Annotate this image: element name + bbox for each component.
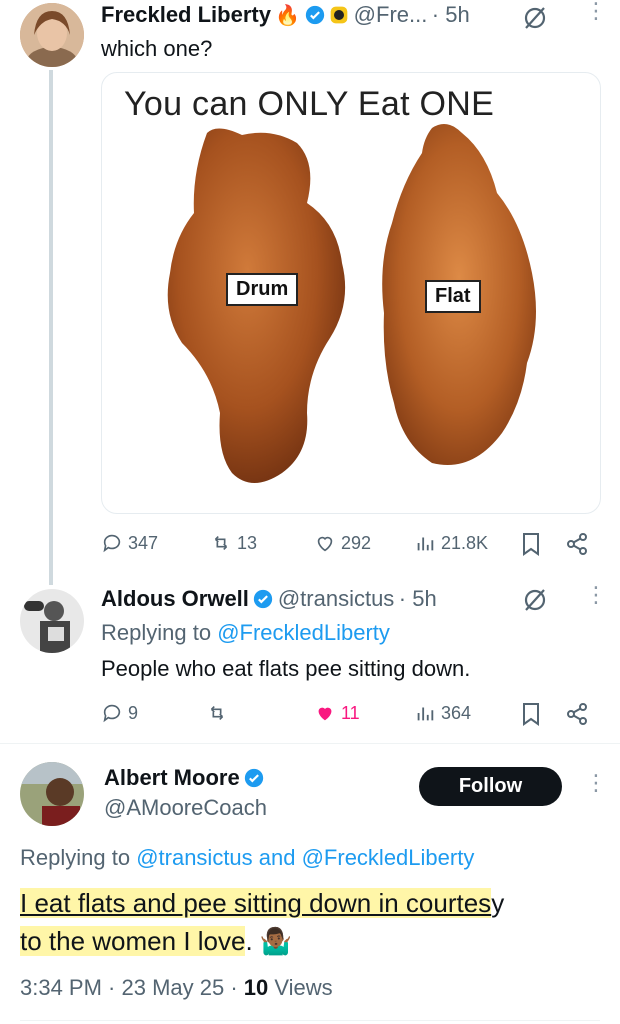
thread-line xyxy=(49,70,53,585)
views-count: 364 xyxy=(441,702,472,723)
author-handle[interactable]: @Fre... xyxy=(354,2,428,27)
author-name[interactable]: Freckled Liberty xyxy=(101,2,271,27)
reply-count: 9 xyxy=(128,702,139,723)
avatar-albert-moore[interactable] xyxy=(20,762,84,826)
heart-icon xyxy=(317,536,333,552)
reply-button[interactable]: 347 xyxy=(101,532,158,554)
reply-icon xyxy=(103,704,121,723)
tweet-text: People who eat flats pee sitting down. xyxy=(101,656,471,681)
verified-badge-icon xyxy=(254,589,273,609)
tweet-text-line-2: to the women I love. 🤷🏾‍♂️ xyxy=(20,926,292,957)
views-button[interactable]: 364 xyxy=(414,702,471,724)
reply1-header: Aldous Orwell @transictus · 5h xyxy=(101,586,437,612)
reply2-name: Albert Moore xyxy=(104,765,264,791)
views-icon xyxy=(417,537,434,551)
flat-label: Flat xyxy=(425,280,481,313)
share-icon[interactable] xyxy=(565,702,589,726)
more-options-icon[interactable]: ⋮ xyxy=(585,584,607,606)
more-options-icon[interactable]: ⋮ xyxy=(585,0,607,22)
replying-to: Replying to @transictus and @FreckledLib… xyxy=(20,845,474,871)
like-button[interactable]: 292 xyxy=(314,532,371,554)
timestamp-text: 3:34 PM · 23 May 25 · xyxy=(20,975,244,1000)
repost-button[interactable] xyxy=(206,702,228,724)
views-button[interactable]: 21.8K xyxy=(414,532,488,554)
author-handle[interactable]: @AMooreCoach xyxy=(104,795,267,821)
follow-button[interactable]: Follow xyxy=(419,767,562,806)
repost-icon xyxy=(214,535,228,551)
grok-icon[interactable] xyxy=(522,5,548,31)
tweet-timestamp[interactable]: 3:34 PM · 23 May 25 · 10 Views xyxy=(20,975,333,1001)
repost-button[interactable]: 13 xyxy=(210,532,257,554)
replying-to: Replying to @FreckledLiberty xyxy=(101,620,390,646)
tweet-media-image[interactable]: You can ONLY Eat ONE Drum Flat xyxy=(101,72,601,514)
chicken-wings-illustration xyxy=(167,124,536,484)
divider xyxy=(20,1020,600,1021)
reply-count: 347 xyxy=(128,532,159,553)
reply-button[interactable]: 9 xyxy=(101,702,138,724)
divider xyxy=(0,743,620,744)
heart-filled-icon xyxy=(318,707,332,721)
repost-count: 13 xyxy=(237,532,258,553)
views-label: Views xyxy=(268,975,333,1000)
views-number: 10 xyxy=(243,975,269,1000)
like-count: 292 xyxy=(341,532,372,553)
avatar-freckled-liberty[interactable] xyxy=(20,3,84,67)
tweet-time[interactable]: · 5h xyxy=(432,2,470,27)
reply-icon xyxy=(103,534,121,553)
highlighted-text: I eat flats and pee sitting down in cour… xyxy=(20,888,492,918)
views-icon xyxy=(417,707,434,721)
tweet1-header: Freckled Liberty 🔥 @Fre... · 5h xyxy=(101,2,470,28)
verified-badge-icon xyxy=(244,768,264,788)
more-options-icon[interactable]: ⋮ xyxy=(585,772,607,794)
tweet-text: which one? xyxy=(101,36,213,61)
repost-icon xyxy=(210,705,224,721)
grok-icon[interactable] xyxy=(522,587,548,613)
author-name[interactable]: Albert Moore xyxy=(104,765,240,790)
author-handle[interactable]: @transictus xyxy=(278,586,394,611)
replying-prefix: Replying to xyxy=(20,845,137,870)
views-count: 21.8K xyxy=(441,532,489,553)
like-count: 11 xyxy=(341,702,360,723)
like-button[interactable]: 11 xyxy=(314,702,360,724)
tweet-text-rest: . 🤷🏾‍♂️ xyxy=(245,926,293,956)
verified-badge-icon xyxy=(305,5,324,25)
tweet-text-rest: y xyxy=(491,888,505,918)
highlighted-text: to the women I love xyxy=(20,926,246,956)
tweet-time[interactable]: · 5h xyxy=(399,586,437,611)
avatar-aldous-orwell[interactable] xyxy=(20,589,84,653)
affiliate-badge-icon xyxy=(330,6,348,24)
share-icon[interactable] xyxy=(565,532,589,556)
replying-prefix: Replying to xyxy=(101,620,218,645)
bookmark-icon[interactable] xyxy=(520,532,542,556)
fire-emoji-icon: 🔥 xyxy=(275,5,301,27)
replying-to-link[interactable]: @transictus and @FreckledLiberty xyxy=(136,845,474,870)
tweet-text-line-1: I eat flats and pee sitting down in cour… xyxy=(20,888,504,919)
bookmark-icon[interactable] xyxy=(520,702,542,726)
author-name[interactable]: Aldous Orwell xyxy=(101,586,249,611)
drum-label: Drum xyxy=(226,273,299,306)
replying-to-link[interactable]: @FreckledLiberty xyxy=(217,620,390,645)
